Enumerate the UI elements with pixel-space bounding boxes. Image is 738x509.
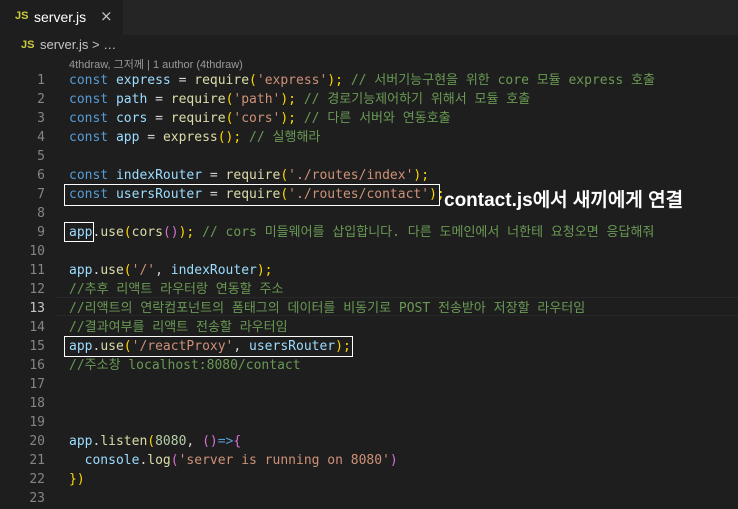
line-number: 5	[37, 149, 45, 164]
line-number: 4	[37, 130, 45, 145]
close-icon[interactable]: ×	[100, 7, 113, 25]
js-file-icon: JS	[15, 10, 29, 22]
tab-label: server.js	[34, 9, 87, 25]
breadcrumb: JS server.js > …	[0, 35, 738, 57]
code-line[interactable]: //주소창 localhost:8080/contact	[69, 356, 301, 375]
line-number: 2	[37, 92, 45, 107]
code-line[interactable]: app.use('/', indexRouter);	[69, 261, 273, 280]
js-file-icon: JS	[21, 39, 35, 51]
line-number: 22	[29, 472, 45, 487]
code-line[interactable]: const cors = require('cors'); // 다른 서버와 …	[69, 109, 451, 128]
code-line[interactable]: const express = require('express'); // 서…	[69, 71, 655, 90]
highlight-box	[64, 222, 94, 242]
line-number: 10	[29, 244, 45, 259]
highlight-box	[64, 336, 353, 357]
line-number: 23	[29, 491, 45, 506]
code-line[interactable]: })	[69, 470, 85, 489]
line-number: 18	[29, 396, 45, 411]
line-number: 11	[29, 263, 45, 278]
code-line[interactable]: //리액트의 연락컴포넌트의 폼태그의 데이터를 비동기로 POST 전송받아 …	[69, 299, 585, 318]
code-line[interactable]: //결과여부를 리액트 전송할 라우터임	[69, 318, 288, 337]
tab-bar: JS server.js ×	[0, 0, 738, 35]
git-blame-lens[interactable]: 4thdraw, 그저께 | 1 author (4thdraw)	[69, 56, 243, 72]
line-number: 16	[29, 358, 45, 373]
line-number: 15	[29, 339, 45, 354]
line-number: 17	[29, 377, 45, 392]
highlight-box	[64, 184, 440, 206]
line-number: 7	[37, 187, 45, 202]
code-line[interactable]: //추후 리액트 라우터랑 연동할 주소	[69, 280, 283, 299]
code-line[interactable]: const indexRouter = require('./routes/in…	[69, 166, 429, 185]
code-line[interactable]: console.log('server is running on 8080')	[69, 451, 398, 470]
code-line[interactable]: const app = express(); // 실행해라	[69, 128, 320, 147]
annotation-label: contact.js에서 새끼에게 연결	[444, 190, 684, 211]
line-number: 12	[29, 282, 45, 297]
line-number: 8	[37, 206, 45, 221]
code-line[interactable]: app.use(cors()); // cors 미들웨어를 삽입합니다. 다른…	[69, 223, 654, 242]
line-number: 19	[29, 415, 45, 430]
code-line[interactable]: app.listen(8080, ()=>{	[69, 432, 241, 451]
line-number: 6	[37, 168, 45, 183]
code-line[interactable]: const path = require('path'); // 경로기능제어하…	[69, 90, 530, 109]
tab-server-js[interactable]: JS server.js ×	[0, 0, 123, 35]
line-number: 14	[29, 320, 45, 335]
line-number: 21	[29, 453, 45, 468]
line-number: 1	[37, 73, 45, 88]
line-number: 9	[37, 225, 45, 240]
breadcrumb-path[interactable]: server.js > …	[40, 37, 116, 52]
line-number: 20	[29, 434, 45, 449]
line-number: 13	[29, 301, 45, 316]
line-number: 3	[37, 111, 45, 126]
